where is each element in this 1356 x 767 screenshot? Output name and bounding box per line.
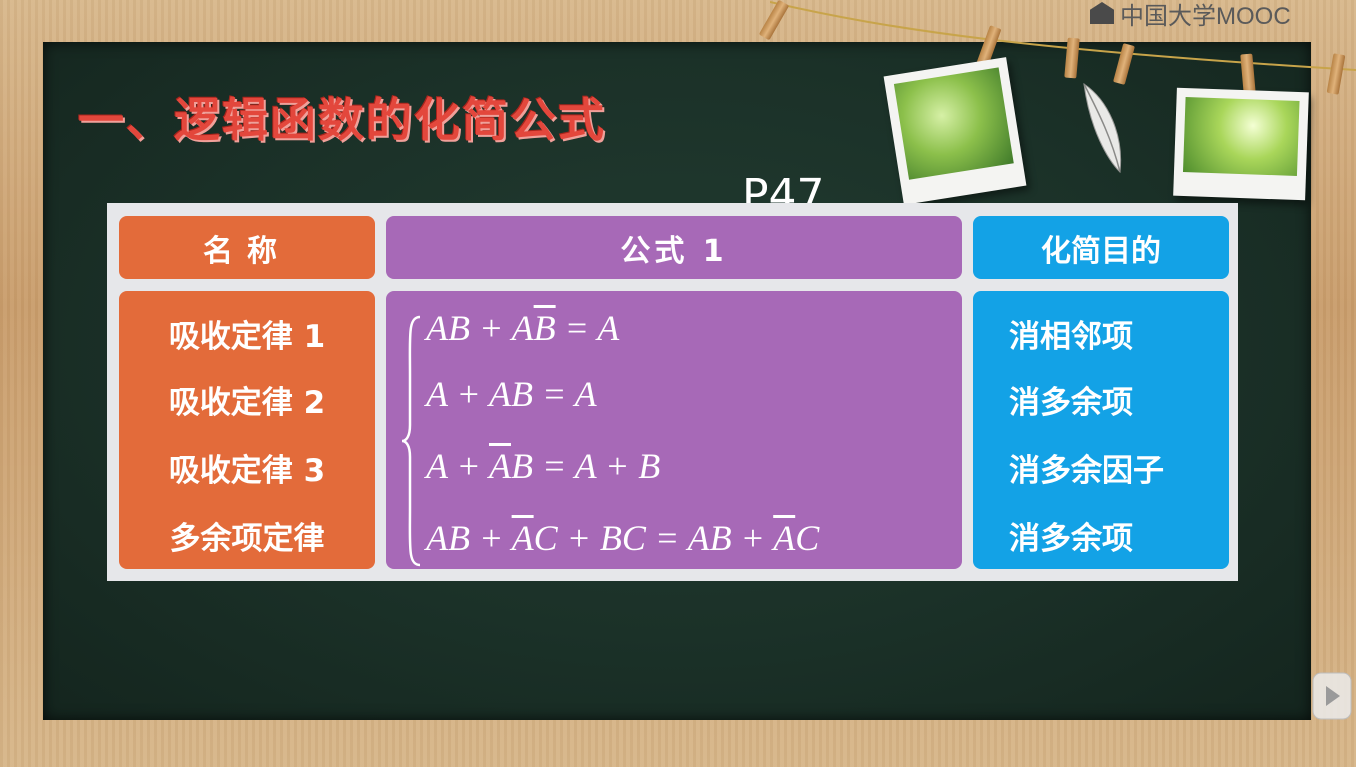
law-name: 多余项定律 [169,521,325,557]
header-purpose: 化简目的 [973,216,1229,279]
purpose-column: 消相邻项 消多余项 消多余因子 消多余项 [973,291,1229,569]
purpose-text: 消多余因子 [1009,453,1164,489]
feather-icon [1083,82,1122,174]
purpose-text: 消多余项 [1009,385,1133,421]
formula-table: 名称 公式 1 化简目的 吸收定律 1 吸收定律 2 吸收定律 3 多余项定律 … [107,203,1238,581]
formula-column: AB + AB = A A + AB = A A + AB = A + B AB… [386,291,962,569]
play-icon[interactable] [1312,672,1352,720]
string-line [770,1,1356,71]
law-name: 吸收定律 3 [168,453,326,489]
header-name: 名称 [119,216,375,279]
page-title: 一、逻辑函数的化简公式 [78,93,606,147]
formula-redundant-term: AB + AC + BC = AB + AC [426,518,820,558]
photo-card [883,57,1027,205]
law-name: 吸收定律 1 [168,319,326,355]
name-column: 吸收定律 1 吸收定律 2 吸收定律 3 多余项定律 [119,291,375,569]
formula-absorption-1: AB + AB = A [426,308,620,348]
header-formula: 公式 1 [386,216,962,279]
law-name: 吸收定律 2 [168,385,326,421]
formula-absorption-3: A + AB = A + B [426,446,661,486]
left-brace [401,315,421,567]
photo-card [1173,87,1309,201]
purpose-text: 消多余项 [1009,521,1133,557]
formula-absorption-2: A + AB = A [426,374,597,414]
purpose-text: 消相邻项 [1009,319,1133,355]
